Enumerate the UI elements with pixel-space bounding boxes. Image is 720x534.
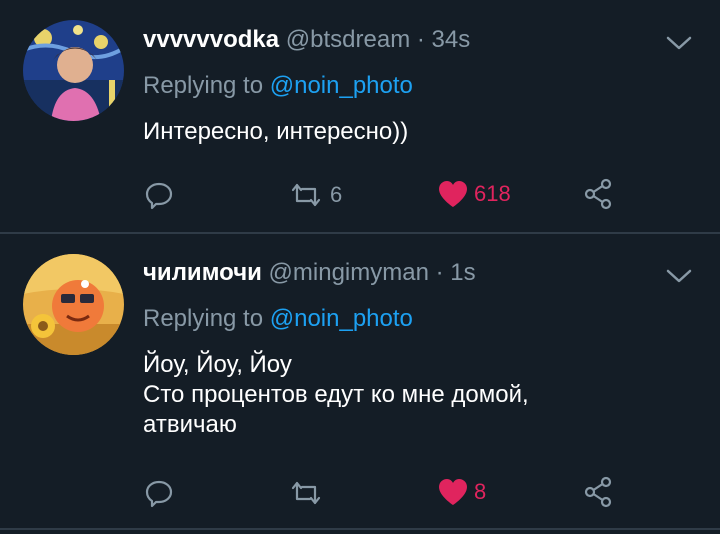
avatar-image <box>23 254 124 355</box>
replying-prefix: Replying to <box>143 72 264 99</box>
action-bar: 8 <box>0 474 720 514</box>
tweet-header: vvvvvvodka @btsdream · 34s <box>143 26 470 54</box>
mention-link[interactable]: @noin_photo <box>270 72 413 99</box>
tweet-text-line: атвичаю <box>143 411 237 438</box>
mention-link[interactable]: @noin_photo <box>270 305 413 332</box>
like-count: 8 <box>474 479 487 504</box>
share-button[interactable] <box>583 178 613 210</box>
like-button[interactable]: 8 <box>438 478 486 506</box>
retweet-count: 6 <box>330 182 343 207</box>
retweet-button[interactable]: 6 <box>288 180 342 210</box>
tweet-text-line: Сто процентов едут ко мне домой, <box>143 381 529 408</box>
tweet-header: чилимочи @mingimyman · 1s <box>143 259 476 287</box>
reply-icon <box>145 182 173 210</box>
tweet-text-line: Йоу, Йоу, Йоу <box>143 351 292 378</box>
like-button[interactable]: 618 <box>438 180 511 208</box>
like-count: 618 <box>474 181 511 206</box>
retweet-icon <box>291 183 321 207</box>
tweet-text: Интересно, интересно)) <box>143 118 409 145</box>
reply-icon <box>145 480 173 508</box>
reply-button[interactable] <box>144 180 174 210</box>
tweet-divider <box>0 528 720 530</box>
replying-prefix: Replying to <box>143 305 264 332</box>
share-icon <box>584 476 612 508</box>
avatar[interactable] <box>23 20 124 121</box>
reply-button[interactable] <box>144 478 174 508</box>
display-name[interactable]: чилимочи <box>143 259 262 286</box>
chevron-down-icon[interactable] <box>664 266 694 286</box>
handle[interactable]: @mingimyman <box>269 259 429 286</box>
tweet-text: Йоу, Йоу, Йоу Сто процентов едут ко мне … <box>143 350 529 440</box>
heart-icon <box>439 479 467 505</box>
timestamp[interactable]: · 1s <box>436 259 476 286</box>
replying-to: Replying to @noin_photo <box>143 305 413 333</box>
timestamp[interactable]: · 34s <box>417 26 470 53</box>
avatar[interactable] <box>23 254 124 355</box>
action-bar: 6 618 <box>0 176 720 216</box>
chevron-down-icon[interactable] <box>664 33 694 53</box>
tweet-1[interactable]: vvvvvvodka @btsdream · 34s Replying to @… <box>0 0 720 232</box>
share-button[interactable] <box>583 476 613 508</box>
retweet-icon <box>291 481 321 505</box>
handle[interactable]: @btsdream <box>286 26 410 53</box>
retweet-button[interactable] <box>288 478 330 508</box>
display-name[interactable]: vvvvvvodka <box>143 26 279 53</box>
avatar-image <box>23 20 124 121</box>
replying-to: Replying to @noin_photo <box>143 72 413 100</box>
share-icon <box>584 178 612 210</box>
heart-icon <box>439 181 467 207</box>
